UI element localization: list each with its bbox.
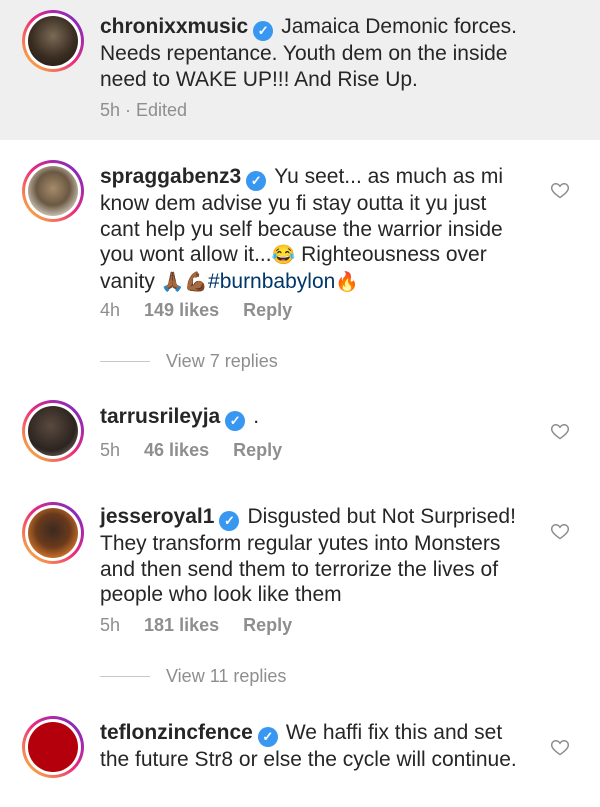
comment-body: chronixxmusic ✓ Jamaica Demonic forces. Ne… xyxy=(100,14,530,92)
view-replies-label: View 7 replies xyxy=(166,351,278,371)
avatar[interactable] xyxy=(22,716,84,778)
hashtag-link[interactable]: #burnbabylon xyxy=(208,270,335,293)
comment-body: tarrusrileyja ✓. xyxy=(100,404,530,431)
username[interactable]: jesseroyal1 xyxy=(100,505,214,528)
comment-time: 4h xyxy=(100,300,121,320)
comment-chronixxmusic: chronixxmusic ✓ Jamaica Demonic forces. Ne… xyxy=(0,0,600,140)
heart-outline-icon[interactable] xyxy=(550,521,570,541)
likes-count[interactable]: 46 likes xyxy=(144,440,209,460)
verified-badge-icon: ✓ xyxy=(246,171,267,191)
comment-time: 5h xyxy=(100,615,121,635)
avatar[interactable] xyxy=(22,400,84,462)
verified-badge-icon: ✓ xyxy=(219,511,240,531)
heart-outline-icon[interactable] xyxy=(550,737,570,757)
reply-button[interactable]: Reply xyxy=(243,300,292,320)
reply-button[interactable]: Reply xyxy=(243,615,292,635)
divider-line xyxy=(100,361,150,362)
username[interactable]: spraggabenz3 xyxy=(100,165,241,188)
likes-count[interactable]: 181 likes xyxy=(144,615,219,635)
username[interactable]: tarrusrileyja xyxy=(100,405,220,428)
view-replies-label: View 11 replies xyxy=(166,666,287,686)
avatar[interactable] xyxy=(22,10,84,72)
comments-feed: chronixxmusic ✓ Jamaica Demonic forces. Ne… xyxy=(0,0,600,807)
comment-body: teflonzincfence ✓ We haffi fix this and se… xyxy=(100,720,530,773)
avatar[interactable] xyxy=(22,502,84,564)
comment-meta: 4h 149 likes Reply xyxy=(100,300,316,321)
fire-emoji: 🔥 xyxy=(335,271,359,293)
avatar-image xyxy=(28,406,78,456)
likes-count[interactable]: 149 likes xyxy=(144,300,219,320)
avatar-image xyxy=(28,16,78,66)
pray-muscle-emoji: 🙏🏾💪🏾 xyxy=(160,271,209,293)
view-replies-button[interactable]: View 11 replies xyxy=(100,666,286,687)
comment-meta: 5h 181 likes Reply xyxy=(100,615,316,636)
view-replies-button[interactable]: View 7 replies xyxy=(100,351,278,372)
heart-outline-icon[interactable] xyxy=(550,421,570,441)
comment-body: jesseroyal1 ✓ Disgusted but Not Surprised!… xyxy=(100,504,530,608)
laughing-emoji: 😂 xyxy=(271,245,296,266)
username[interactable]: teflonzincfence xyxy=(100,721,253,744)
heart-outline-icon[interactable] xyxy=(550,180,570,200)
comment-text: . xyxy=(253,405,260,428)
avatar-image xyxy=(28,508,78,558)
avatar[interactable] xyxy=(22,160,84,222)
comment-meta: 5h · Edited xyxy=(100,100,211,121)
comment-time: 5h · Edited xyxy=(100,100,188,120)
username[interactable]: chronixxmusic xyxy=(100,15,248,38)
divider-line xyxy=(100,676,150,677)
verified-badge-icon: ✓ xyxy=(257,727,278,747)
avatar-image xyxy=(28,166,78,216)
comment-meta: 5h 46 likes Reply xyxy=(100,440,306,461)
verified-badge-icon: ✓ xyxy=(253,21,274,41)
verified-badge-icon: ✓ xyxy=(225,411,246,431)
comment-time: 5h xyxy=(100,440,121,460)
reply-button[interactable]: Reply xyxy=(233,440,282,460)
avatar-image xyxy=(28,722,78,772)
comment-body: spraggabenz3 ✓ Yu seet... as much as mi kn… xyxy=(100,164,530,295)
